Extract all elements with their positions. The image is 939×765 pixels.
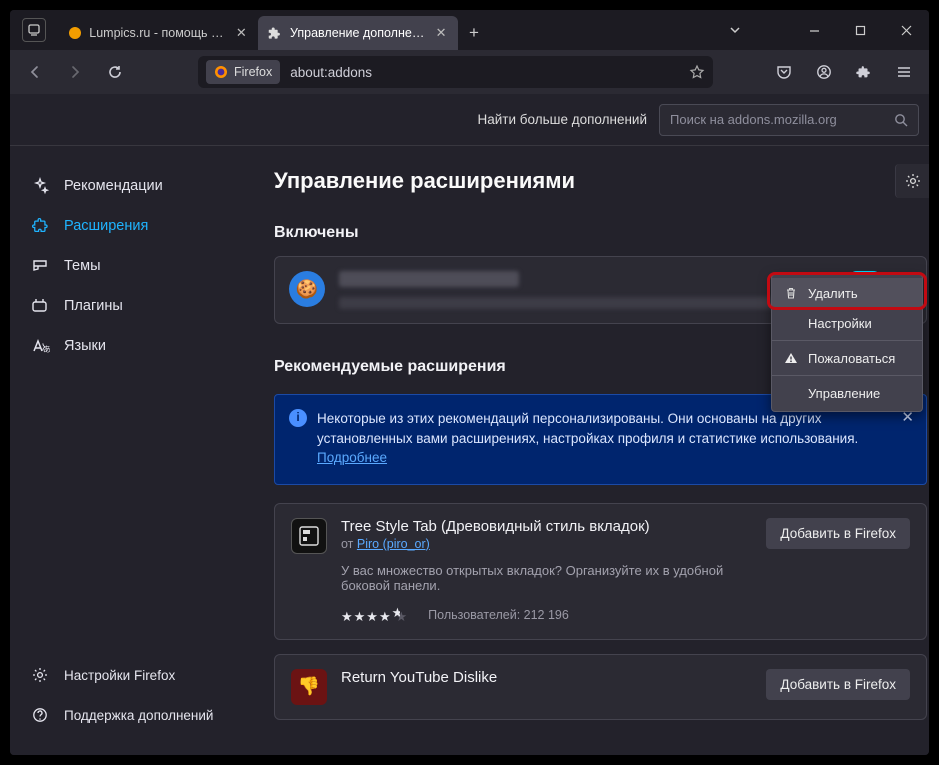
section-enabled-heading: Включены [274,224,929,242]
menu-item-manage[interactable]: Управление [772,378,922,408]
lang-icon: あ [30,336,50,356]
addon-icon [291,518,327,554]
url-text: about:addons [290,65,689,80]
recommended-card: Tree Style Tab (Древовидный стиль вкладо… [274,503,927,640]
puzzle-icon [268,25,282,41]
plug-icon [30,296,50,316]
warning-icon [784,351,798,365]
addon-icon: 👎 [291,669,327,705]
info-icon: i [289,409,307,427]
sparkle-icon [30,176,50,196]
search-label: Найти больше дополнений [477,112,647,127]
back-button[interactable] [18,55,52,89]
menu-item-report[interactable]: Пожаловаться [772,343,922,373]
add-to-firefox-button[interactable]: Добавить в Firefox [766,669,910,700]
page-title: Управление расширениями [274,168,575,194]
sidebar-item-label: Темы [64,258,101,274]
menu-separator [772,340,922,341]
trash-icon [784,286,798,300]
sidebar-addons-support[interactable]: Поддержка дополнений [20,695,250,735]
bookmark-star-icon[interactable] [689,64,705,80]
sidebar-item-extensions[interactable]: Расширения [20,206,250,246]
menu-item-remove[interactable]: Удалить [772,278,922,308]
addon-author: от Piro (piro_or) [341,537,752,551]
recommended-card: 👎 Return YouTube Dislike Добавить в Fire… [274,654,927,720]
user-count: Пользователей: 212 196 [428,608,569,622]
close-icon[interactable]: ✕ [235,25,248,41]
sidebar-item-label: Плагины [64,298,123,314]
reload-button[interactable] [98,55,132,89]
puzzle-icon [30,216,50,236]
url-bar[interactable]: Firefox about:addons [198,56,713,88]
favicon-icon [68,25,81,41]
category-sidebar: Рекомендации Расширения Темы Плагины あ Я… [10,146,260,755]
help-icon [30,705,50,725]
addon-desc: У вас множество открытых вкладок? Органи… [341,563,752,593]
sidebar-item-themes[interactable]: Темы [20,246,250,286]
sidebar-item-languages[interactable]: あ Языки [20,326,250,366]
minimize-button[interactable] [791,10,837,50]
svg-text:あ: あ [43,345,50,354]
add-to-firefox-button[interactable]: Добавить в Firefox [766,518,910,549]
maximize-button[interactable] [837,10,883,50]
menu-item-label: Пожаловаться [808,351,895,366]
sidebar-item-label: Настройки Firefox [64,668,175,683]
search-placeholder: Поиск на addons.mozilla.org [670,112,837,127]
extension-desc-redacted [339,297,779,309]
close-window-button[interactable] [883,10,929,50]
addon-title: Return YouTube Dislike [341,669,752,686]
menu-item-settings[interactable]: Настройки [772,308,922,338]
tab-inactive[interactable]: Lumpics.ru - помощь с компь ✕ [58,16,258,50]
brush-icon [30,256,50,276]
sidebar-item-recommend[interactable]: Рекомендации [20,166,250,206]
tab-title: Управление дополнениями [290,26,426,40]
forward-button[interactable] [58,55,92,89]
browser-window: Lumpics.ru - помощь с компь ✕ Управление… [10,10,929,755]
menu-item-label: Управление [808,386,880,401]
search-row: Найти больше дополнений Поиск на addons.… [10,94,929,146]
notice-details-link[interactable]: Подробнее [317,450,387,465]
menu-item-label: Удалить [808,286,858,301]
tab-title: Lumpics.ru - помощь с компь [89,26,226,40]
extension-context-menu: Удалить Настройки Пожаловаться [771,274,923,412]
extensions-button[interactable] [847,55,881,89]
sidebar-item-label: Расширения [64,218,148,234]
firefox-icon [214,65,228,79]
menu-separator [772,375,922,376]
rating-stars: ★★★★★★ [341,605,408,625]
identity-label: Firefox [234,65,272,79]
sidebar-item-plugins[interactable]: Плагины [20,286,250,326]
gear-icon [30,665,50,685]
addons-settings-button[interactable] [895,164,929,198]
identity-badge[interactable]: Firefox [206,60,280,84]
pocket-button[interactable] [767,55,801,89]
titlebar: Lumpics.ru - помощь с компь ✕ Управление… [10,10,929,50]
extension-name-redacted [339,271,519,287]
new-tab-button[interactable]: + [458,16,490,50]
tab-picker[interactable] [10,10,58,50]
addons-page: Найти больше дополнений Поиск на addons.… [10,94,929,755]
search-input[interactable]: Поиск на addons.mozilla.org [659,104,919,136]
sidebar-firefox-settings[interactable]: Настройки Firefox [20,655,250,695]
main-panel: Управление расширениями Включены 🍪 ••• [260,146,929,755]
sidebar-item-label: Рекомендации [64,178,163,194]
close-icon[interactable]: ✕ [434,25,448,41]
author-link[interactable]: Piro (piro_or) [357,537,430,551]
tab-picker-icon [28,24,40,36]
addon-title: Tree Style Tab (Древовидный стиль вкладо… [341,518,752,535]
notice-text: Некоторые из этих рекомендаций персонали… [317,411,858,446]
tab-active[interactable]: Управление дополнениями ✕ [258,16,458,50]
window-controls [490,10,929,50]
sidebar-item-label: Языки [64,338,106,354]
tabs-dropdown-icon[interactable] [729,24,741,36]
nav-toolbar: Firefox about:addons [10,50,929,94]
menu-item-label: Настройки [808,316,872,331]
search-icon [894,113,908,127]
account-button[interactable] [807,55,841,89]
app-menu-button[interactable] [887,55,921,89]
extension-icon: 🍪 [289,271,325,307]
tab-strip: Lumpics.ru - помощь с компь ✕ Управление… [58,10,490,50]
sidebar-item-label: Поддержка дополнений [64,708,213,723]
